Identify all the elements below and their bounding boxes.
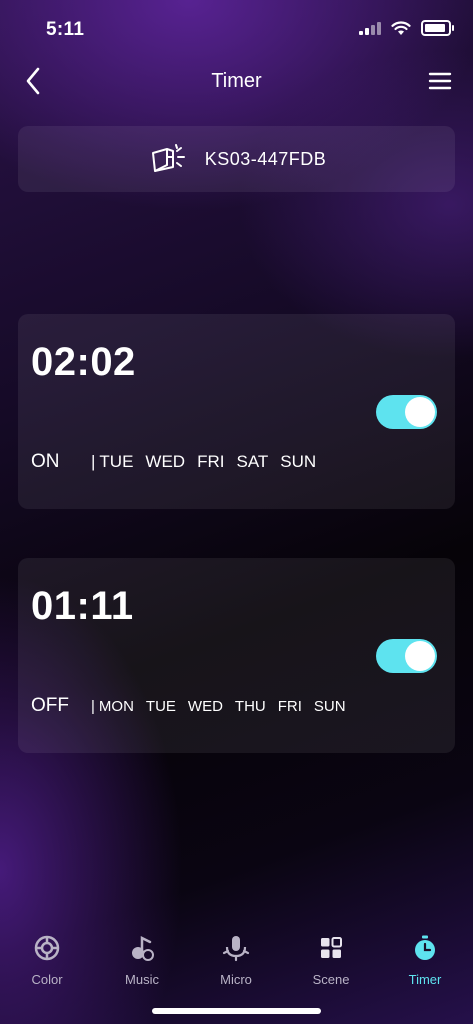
day-label: TUE: [99, 452, 134, 471]
page-title: Timer: [211, 70, 262, 92]
day-label: TUE: [145, 698, 176, 715]
stopwatch-icon: [415, 935, 435, 960]
day-label: SUN: [280, 452, 317, 471]
cellular-signal-icon: [359, 21, 381, 35]
device-card[interactable]: KS03-447FDB: [18, 126, 455, 192]
color-wheel-icon: [34, 935, 60, 961]
status-bar: 5:11: [0, 0, 473, 60]
status-icons: [359, 20, 454, 36]
light-strip-icon: [151, 144, 185, 172]
tab-timer[interactable]: Timer: [385, 934, 465, 987]
tab-music[interactable]: Music: [102, 934, 182, 987]
music-note-icon: [132, 935, 154, 961]
timer-time: 02:02: [31, 340, 136, 384]
day-label: FRI: [197, 452, 225, 471]
day-label: THU: [234, 698, 266, 715]
tab-label: Scene: [312, 972, 350, 987]
day-label: SUN: [313, 698, 346, 715]
timer-toggle[interactable]: [376, 395, 437, 429]
day-label: SAT: [236, 452, 269, 471]
nav-bar: Timer: [0, 58, 473, 104]
timer-days: | TUE WED FRI SAT SUN: [91, 452, 328, 472]
timer-card[interactable]: 02:02 ON | TUE WED FRI SAT SUN: [18, 314, 455, 509]
days-separator: |: [91, 452, 96, 471]
battery-icon: [421, 20, 454, 36]
day-label: FRI: [277, 698, 302, 715]
day-label: WED: [145, 452, 186, 471]
tab-scene[interactable]: Scene: [291, 934, 371, 987]
day-label: MON: [98, 698, 134, 715]
microphone-icon: [222, 936, 250, 962]
timer-toggle[interactable]: [376, 639, 437, 673]
tab-micro[interactable]: Micro: [196, 934, 276, 987]
tab-label: Micro: [220, 972, 252, 987]
scene-grid-icon: [321, 937, 342, 958]
toggle-knob: [405, 397, 435, 427]
tab-label: Music: [125, 972, 159, 987]
toggle-knob: [405, 641, 435, 671]
days-separator: |: [91, 698, 95, 715]
home-indicator: [152, 1008, 321, 1014]
hamburger-menu-icon: [428, 72, 452, 90]
timer-schedule: ON | TUE WED FRI SAT SUN: [31, 451, 328, 473]
tab-label: Color: [31, 972, 63, 987]
day-label: WED: [187, 698, 223, 715]
tab-label: Timer: [408, 972, 442, 987]
timer-schedule: OFF | MON TUE WED THU FRI SUN: [31, 695, 358, 717]
timer-card[interactable]: 01:11 OFF | MON TUE WED THU FRI SUN: [18, 558, 455, 753]
wifi-icon: [391, 20, 411, 35]
device-name: KS03-447FDB: [204, 148, 327, 169]
timer-days: | MON TUE WED THU FRI SUN: [91, 698, 358, 715]
timer-action: ON: [31, 451, 60, 472]
timer-action: OFF: [31, 695, 69, 716]
tab-color[interactable]: Color: [7, 934, 87, 987]
timer-time: 01:11: [31, 584, 134, 628]
status-time: 5:11: [46, 19, 85, 40]
menu-button[interactable]: [427, 68, 453, 94]
